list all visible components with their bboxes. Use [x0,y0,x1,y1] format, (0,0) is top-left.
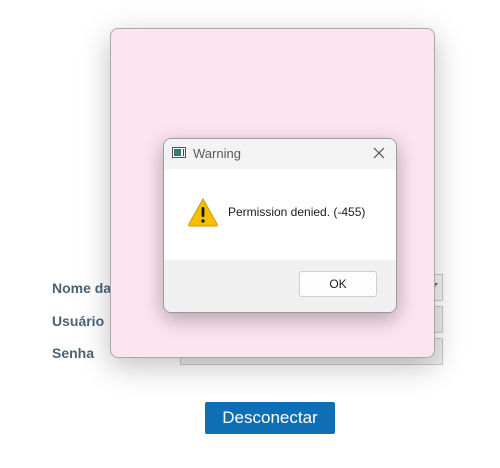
dialog-body: Permission denied. (-455) [164,169,396,260]
close-icon[interactable] [372,146,386,160]
disconnect-button[interactable]: Desconectar [205,402,335,434]
dialog-titlebar[interactable]: Warning [164,139,396,169]
ok-button[interactable]: OK [299,271,377,297]
dialog-footer: OK [164,260,396,312]
warning-dialog: Warning Permission denied. (-455) OK [163,138,397,313]
user-label: Usuário [52,313,105,329]
warning-triangle-icon [187,197,219,227]
app-window-icon [172,147,186,158]
password-label: Senha [52,345,95,361]
dialog-message: Permission denied. (-455) [228,205,366,219]
dialog-title: Warning [193,146,241,161]
